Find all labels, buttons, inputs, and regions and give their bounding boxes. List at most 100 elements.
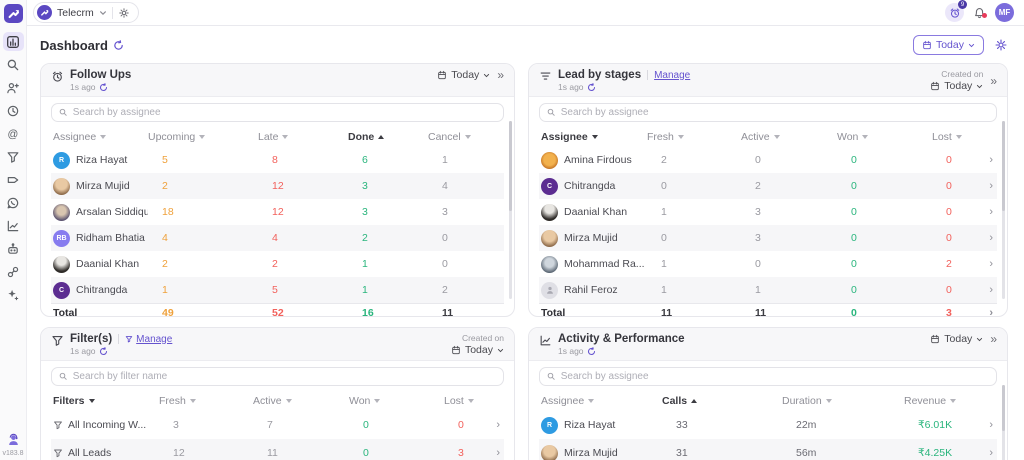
activity-performance-panel: Activity & Performance 1s ago Today » bbox=[528, 327, 1008, 460]
ai-sparkles-icon[interactable] bbox=[3, 285, 24, 304]
support-agent-icon[interactable] bbox=[3, 430, 24, 449]
row-chevron-icon[interactable]: › bbox=[486, 419, 502, 431]
col-won[interactable]: Won bbox=[349, 395, 444, 407]
table-row[interactable]: RBRidham Bhatia 4 4 2 0 bbox=[51, 225, 504, 251]
row-chevron-icon[interactable]: › bbox=[979, 307, 995, 318]
analytics-icon[interactable] bbox=[3, 216, 24, 235]
col-cancel[interactable]: Cancel bbox=[428, 131, 502, 143]
col-revenue[interactable]: Revenue bbox=[904, 395, 979, 407]
search-input[interactable] bbox=[73, 371, 496, 382]
panel-title: Lead by stages bbox=[558, 69, 641, 81]
row-chevron-icon[interactable]: › bbox=[979, 180, 995, 192]
col-won[interactable]: Won bbox=[837, 131, 932, 143]
telecrm-logo[interactable] bbox=[4, 4, 23, 23]
table-row[interactable]: All Leads 12 11 0 3 › bbox=[51, 439, 504, 460]
col-assignee[interactable]: Assignee bbox=[541, 131, 647, 143]
filter-icon[interactable] bbox=[3, 147, 24, 166]
table-row[interactable]: Daanial Khan 2 2 1 0 bbox=[51, 251, 504, 277]
table-row[interactable]: RRiza Hayat 33 22m ₹6.01K › bbox=[539, 411, 997, 439]
row-chevron-icon[interactable]: › bbox=[979, 154, 995, 166]
row-chevron-icon[interactable]: › bbox=[979, 258, 995, 270]
col-assignee[interactable]: Assignee bbox=[541, 395, 662, 407]
search-icon[interactable] bbox=[3, 55, 24, 74]
whatsapp-icon[interactable] bbox=[3, 193, 24, 212]
col-calls[interactable]: Calls bbox=[662, 395, 782, 407]
mentions-icon[interactable]: @ bbox=[3, 124, 24, 143]
table-row[interactable]: Amina Firdous 2 0 0 0 › bbox=[539, 147, 997, 173]
scrollbar[interactable] bbox=[509, 121, 512, 299]
panel-date-filter[interactable]: Today bbox=[930, 333, 983, 345]
col-assignee[interactable]: Assignee bbox=[53, 131, 148, 143]
tag-icon[interactable] bbox=[3, 170, 24, 189]
created-on-label: Created on bbox=[941, 69, 983, 79]
row-chevron-icon[interactable]: › bbox=[979, 447, 995, 459]
workspace-switcher[interactable]: Telecrm bbox=[33, 2, 139, 23]
row-chevron-icon[interactable]: › bbox=[486, 447, 502, 459]
avatar bbox=[541, 282, 558, 299]
col-upcoming[interactable]: Upcoming bbox=[148, 131, 258, 143]
notifications-button[interactable] bbox=[973, 6, 986, 19]
search-input[interactable] bbox=[561, 371, 989, 382]
refresh-icon[interactable] bbox=[99, 347, 108, 356]
panel-date-filter[interactable]: Today bbox=[437, 69, 490, 81]
manage-link[interactable]: Manage bbox=[125, 334, 172, 345]
table-row[interactable]: All Incoming W... 3 7 0 0 › bbox=[51, 411, 504, 439]
user-avatar[interactable]: MF bbox=[995, 3, 1014, 22]
table-row[interactable]: RRiza Hayat 5 8 6 1 bbox=[51, 147, 504, 173]
last-updated: 1s ago bbox=[70, 82, 96, 92]
integrations-link-icon[interactable] bbox=[3, 262, 24, 281]
refresh-icon[interactable] bbox=[587, 347, 596, 356]
row-chevron-icon[interactable]: › bbox=[979, 232, 995, 244]
col-lost[interactable]: Lost bbox=[932, 131, 979, 143]
row-chevron-icon[interactable]: › bbox=[979, 419, 995, 431]
col-late[interactable]: Late bbox=[258, 131, 348, 143]
workspace-settings-icon[interactable] bbox=[118, 7, 130, 19]
search-box bbox=[539, 103, 997, 122]
panel-date-filter[interactable]: Today bbox=[930, 80, 983, 92]
dashboard-icon[interactable] bbox=[3, 32, 24, 51]
refresh-icon[interactable] bbox=[113, 40, 124, 51]
manage-link[interactable]: Manage bbox=[654, 70, 690, 81]
col-fresh[interactable]: Fresh bbox=[647, 131, 741, 143]
table-row[interactable]: Mohammad Ra... 1 0 0 2 › bbox=[539, 251, 997, 277]
search-icon bbox=[547, 108, 556, 117]
expand-panel-icon[interactable]: » bbox=[497, 69, 504, 81]
col-active[interactable]: Active bbox=[253, 395, 349, 407]
reminders-button[interactable]: 9 bbox=[945, 3, 964, 22]
avatar: R bbox=[541, 417, 558, 434]
col-done[interactable]: Done bbox=[348, 131, 428, 143]
col-filters[interactable]: Filters bbox=[53, 395, 159, 407]
row-chevron-icon[interactable]: › bbox=[979, 284, 995, 296]
row-chevron-icon[interactable]: › bbox=[979, 206, 995, 218]
search-input[interactable] bbox=[73, 107, 496, 118]
scrollbar[interactable] bbox=[1002, 121, 1005, 299]
table-row[interactable]: CChitrangda 0 2 0 0 › bbox=[539, 173, 997, 199]
history-clock-icon[interactable] bbox=[3, 101, 24, 120]
refresh-icon[interactable] bbox=[587, 83, 596, 92]
scrollbar[interactable] bbox=[1002, 385, 1005, 460]
table-row[interactable]: Mirza Mujid 31 56m ₹4.25K › bbox=[539, 439, 997, 460]
calendar-icon bbox=[437, 70, 447, 80]
table-row[interactable]: Daanial Khan 1 3 0 0 › bbox=[539, 199, 997, 225]
panel-date-filter[interactable]: Today bbox=[451, 344, 504, 356]
search-input[interactable] bbox=[561, 107, 989, 118]
col-fresh[interactable]: Fresh bbox=[159, 395, 253, 407]
avatar: R bbox=[53, 152, 70, 169]
expand-panel-icon[interactable]: » bbox=[990, 75, 997, 87]
global-date-filter[interactable]: Today bbox=[913, 35, 984, 55]
bot-icon[interactable] bbox=[3, 239, 24, 258]
expand-panel-icon[interactable]: » bbox=[990, 333, 997, 345]
table-row[interactable]: Arsalan Siddiqui 18 12 3 3 bbox=[51, 199, 504, 225]
total-row: Total 11 11 0 3 › bbox=[539, 303, 997, 317]
col-duration[interactable]: Duration bbox=[782, 395, 904, 407]
chevron-down-icon bbox=[497, 347, 504, 354]
refresh-icon[interactable] bbox=[99, 83, 108, 92]
table-row[interactable]: Mirza Mujid 2 12 3 4 bbox=[51, 173, 504, 199]
table-row[interactable]: CChitrangda 1 5 1 2 bbox=[51, 277, 504, 303]
table-row[interactable]: Mirza Mujid 0 3 0 0 › bbox=[539, 225, 997, 251]
add-contact-icon[interactable] bbox=[3, 78, 24, 97]
col-active[interactable]: Active bbox=[741, 131, 837, 143]
dashboard-settings-icon[interactable] bbox=[994, 38, 1008, 52]
col-lost[interactable]: Lost bbox=[444, 395, 486, 407]
table-row[interactable]: Rahil Feroz 1 1 0 0 › bbox=[539, 277, 997, 303]
